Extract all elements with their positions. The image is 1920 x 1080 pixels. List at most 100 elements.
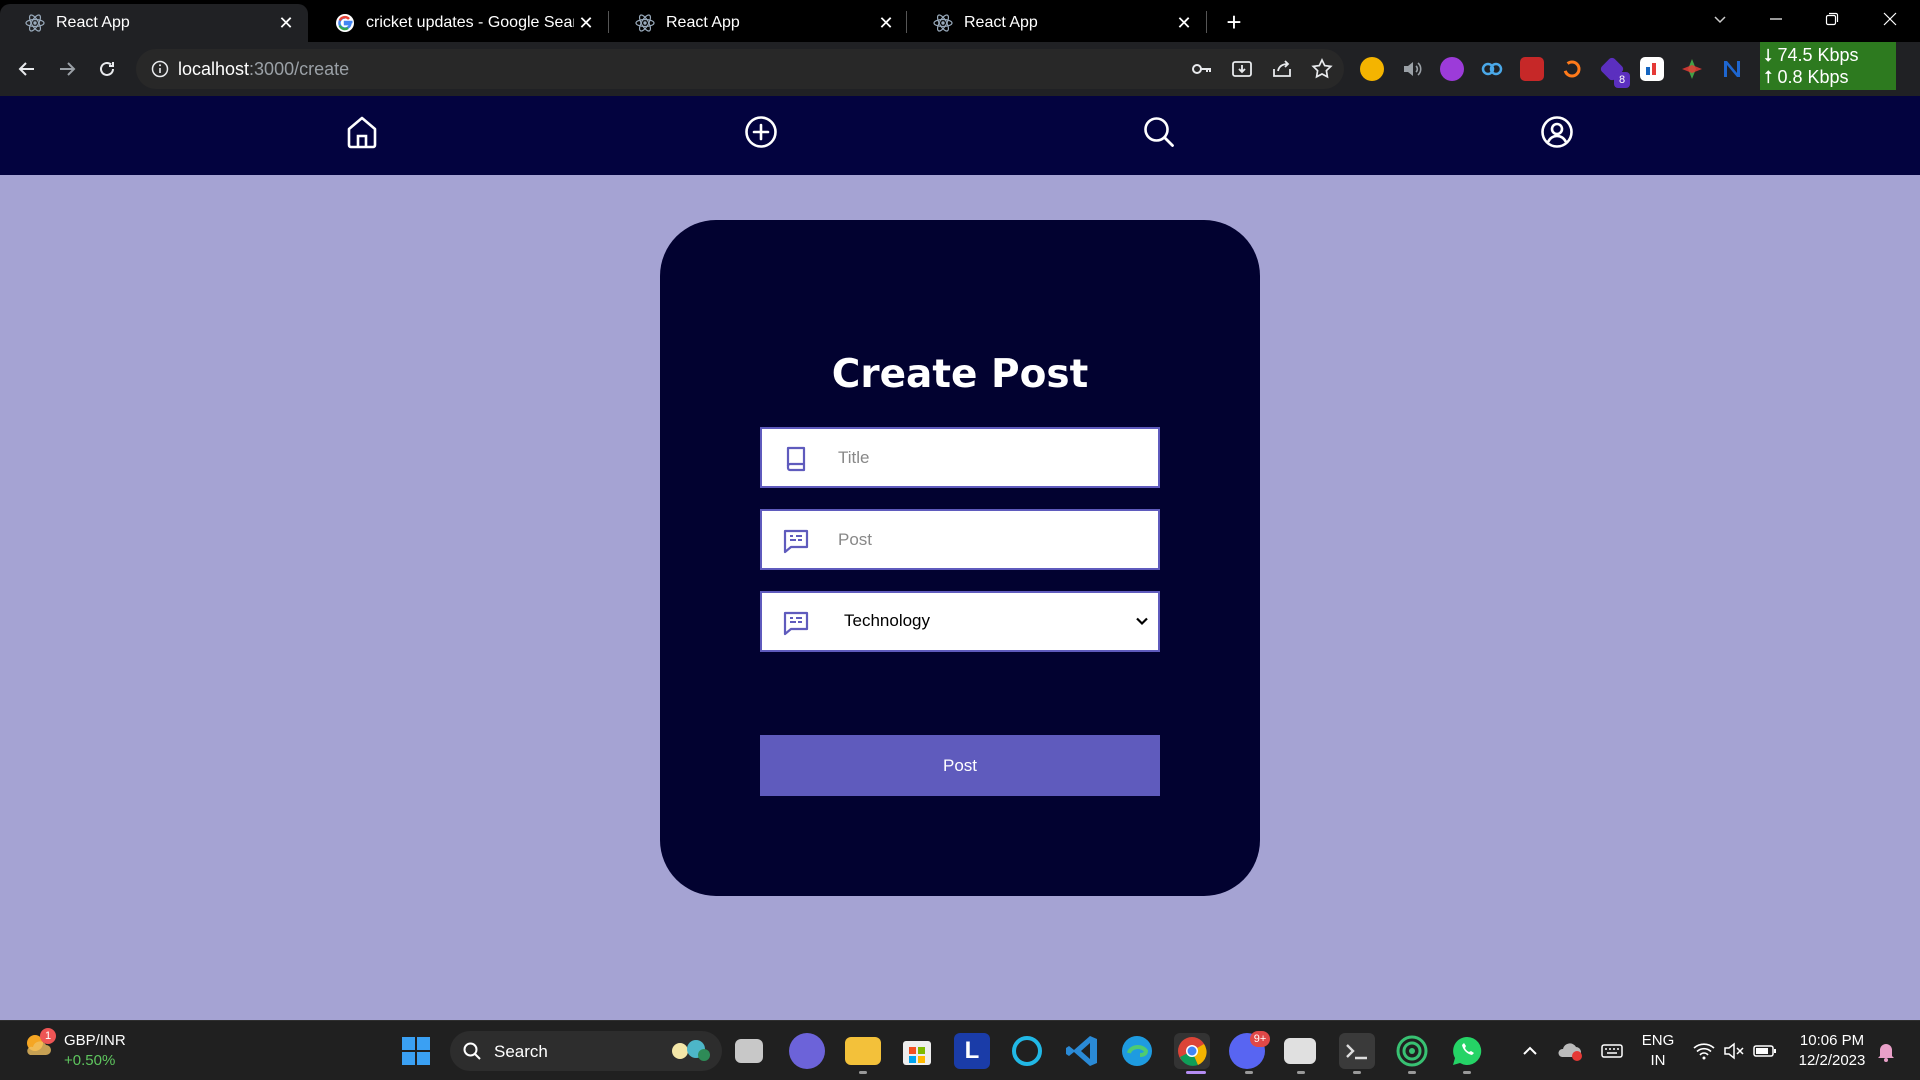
address-bar[interactable]: localhost:3000/create <box>136 49 1344 89</box>
tab-separator <box>1206 11 1207 33</box>
extension-honey-icon[interactable] <box>1360 57 1384 81</box>
keyboard-icon[interactable] <box>1600 1039 1624 1063</box>
taskbar-search[interactable]: Search <box>450 1031 722 1071</box>
language-indicator[interactable]: ENG IN <box>1636 1031 1680 1071</box>
search-icon[interactable] <box>1141 114 1177 150</box>
battery-icon[interactable] <box>1752 1039 1778 1063</box>
running-indicator <box>859 1071 867 1074</box>
clock-date: 12/2/2023 <box>1798 1052 1866 1069</box>
windows-start-icon[interactable] <box>402 1037 430 1065</box>
bookmark-star-icon[interactable] <box>1310 57 1334 81</box>
window-app-icon[interactable] <box>1284 1038 1316 1064</box>
task-view-icon[interactable] <box>735 1039 763 1063</box>
wifi-icon[interactable] <box>1692 1039 1716 1063</box>
tab-cricket-search[interactable]: cricket updates - Google Search ✕ <box>310 4 608 42</box>
taskbar: 1 GBP/INR +0.50% Search L 9+ ENG IN 10:0… <box>0 1020 1920 1080</box>
forward-button[interactable] <box>51 53 83 85</box>
region-code: IN <box>1650 1052 1666 1069</box>
restore-button[interactable] <box>1804 0 1860 38</box>
upload-speed: ⭡ 0.8 Kbps <box>1764 67 1849 87</box>
notification-bell-icon[interactable] <box>1874 1039 1898 1063</box>
home-icon[interactable] <box>344 114 380 150</box>
tab-react-app-2[interactable]: React App ✕ <box>610 4 908 42</box>
title-input[interactable] <box>838 429 1148 486</box>
extension-loop-icon[interactable] <box>1480 57 1504 81</box>
vscode-icon[interactable] <box>1064 1033 1100 1069</box>
discord-badge: 9+ <box>1250 1031 1270 1047</box>
submit-post-button[interactable]: Post <box>760 735 1160 796</box>
weather-badge: 1 <box>40 1028 56 1044</box>
running-indicator <box>1353 1071 1361 1074</box>
user-circle-icon[interactable] <box>1539 114 1575 150</box>
alexa-icon[interactable] <box>1009 1033 1045 1069</box>
edge-icon[interactable] <box>1119 1033 1155 1069</box>
speaker-icon[interactable] <box>1400 57 1424 81</box>
close-tab-icon[interactable]: ✕ <box>1172 11 1196 35</box>
reload-button[interactable] <box>91 53 123 85</box>
key-icon[interactable] <box>1190 57 1214 81</box>
close-tab-icon[interactable]: ✕ <box>574 11 598 35</box>
minimize-button[interactable] <box>1748 0 1804 38</box>
close-window-button[interactable] <box>1862 0 1918 38</box>
terminal-icon[interactable] <box>1339 1033 1375 1069</box>
network-speed-widget: ⭣ 74.5 Kbps ⭡ 0.8 Kbps <box>1760 42 1896 90</box>
site-info-icon[interactable] <box>150 59 170 79</box>
book-icon <box>782 445 810 473</box>
running-indicator <box>1297 1071 1305 1074</box>
url-host: localhost <box>178 59 250 79</box>
google-icon <box>334 12 356 34</box>
tab-react-app-1[interactable]: React App ✕ <box>0 4 308 42</box>
close-tab-icon[interactable]: ✕ <box>874 11 898 35</box>
extension-purple-icon[interactable] <box>1440 57 1464 81</box>
chevron-down-icon <box>1134 613 1150 629</box>
running-indicator <box>1245 1071 1253 1074</box>
message-icon <box>782 527 810 555</box>
close-tab-icon[interactable]: ✕ <box>274 11 298 35</box>
category-select[interactable]: Technology <box>760 591 1160 652</box>
browser-tab-strip: React App ✕ cricket updates - Google Sea… <box>0 0 1920 42</box>
tab-react-app-3[interactable]: React App ✕ <box>908 4 1206 42</box>
chrome-icon[interactable] <box>1174 1033 1210 1069</box>
category-value: Technology <box>844 611 931 630</box>
clock-time: 10:06 PM <box>1799 1032 1865 1049</box>
url-text: localhost:3000/create <box>178 59 349 80</box>
back-button[interactable] <box>11 53 43 85</box>
message-icon <box>782 609 810 637</box>
running-indicator <box>1408 1071 1416 1074</box>
app-navbar <box>0 96 1920 175</box>
chevron-up-icon[interactable] <box>1518 1039 1542 1063</box>
file-explorer-icon[interactable] <box>845 1037 881 1065</box>
install-app-icon[interactable] <box>1230 57 1254 81</box>
whatsapp-icon[interactable] <box>1449 1033 1485 1069</box>
extension-chart-icon[interactable] <box>1640 57 1664 81</box>
radar-app-icon[interactable] <box>1394 1033 1430 1069</box>
url-path: :3000/create <box>249 59 350 79</box>
extension-red-icon[interactable] <box>1520 57 1544 81</box>
browser-toolbar: localhost:3000/create 8 ⭣ 74.5 Kbps ⭡ 0.… <box>0 42 1920 96</box>
tab-search-chevron-icon[interactable] <box>1692 0 1748 38</box>
teams-meet-icon[interactable] <box>789 1033 825 1069</box>
create-post-card: Create Post Technology Post <box>660 220 1260 896</box>
plus-circle-icon[interactable] <box>743 114 779 150</box>
stock-ticker-widget[interactable]: GBP/INR +0.50% <box>64 1031 126 1071</box>
share-icon[interactable] <box>1270 57 1294 81</box>
new-tab-button[interactable]: + <box>1220 7 1248 37</box>
react-icon <box>634 12 656 34</box>
ticker-name: GBP/INR <box>64 1032 126 1049</box>
extension-colorwheel-icon[interactable] <box>1680 57 1704 81</box>
post-input[interactable] <box>838 511 1148 568</box>
l-app-icon[interactable]: L <box>954 1033 990 1069</box>
react-icon <box>24 12 46 34</box>
extension-swirl-icon[interactable] <box>1560 57 1584 81</box>
tab-title: React App <box>666 14 740 31</box>
clock[interactable]: 10:06 PM 12/2/2023 <box>1792 1031 1872 1071</box>
volume-muted-icon[interactable] <box>1722 1039 1746 1063</box>
post-field[interactable] <box>760 509 1160 570</box>
search-icon <box>462 1041 482 1061</box>
onedrive-error-icon[interactable] <box>1556 1039 1584 1063</box>
title-field[interactable] <box>760 427 1160 488</box>
microsoft-store-icon[interactable] <box>899 1033 935 1069</box>
page-title: Create Post <box>831 352 1089 397</box>
react-icon <box>932 12 954 34</box>
extension-n-icon[interactable] <box>1720 57 1744 81</box>
